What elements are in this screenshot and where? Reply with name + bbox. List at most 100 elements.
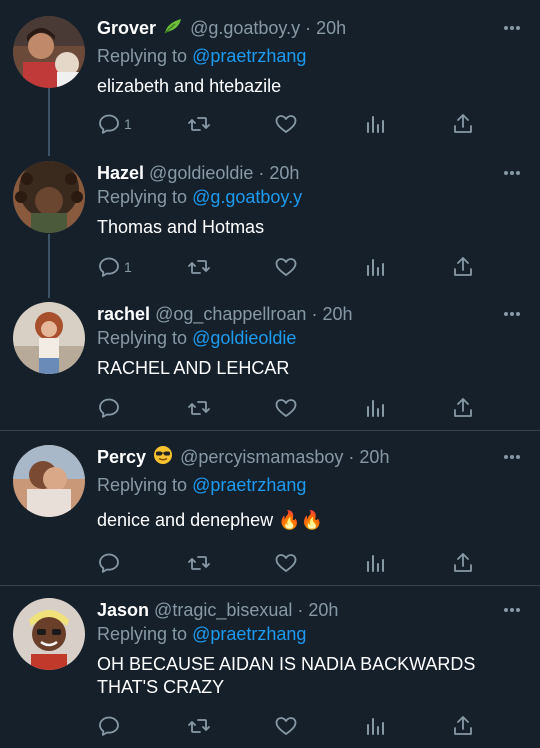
mention-link[interactable]: @praetrzhang [192, 46, 306, 66]
share-button[interactable] [451, 111, 475, 137]
timestamp[interactable]: · 20h [297, 600, 338, 620]
analytics-icon [367, 116, 384, 133]
analytics-icon [367, 555, 384, 572]
retweet-button[interactable] [187, 550, 211, 576]
display-name[interactable]: Percy [97, 447, 146, 467]
reply-icon [99, 114, 119, 134]
reply-count: 1 [124, 116, 132, 132]
tweet[interactable]: Grover @g.goatboy.y · 20h Replying to @p… [0, 16, 540, 146]
timestamp[interactable]: · 20h [258, 163, 299, 183]
share-icon [454, 398, 472, 417]
analytics-button[interactable] [363, 111, 387, 137]
tweet[interactable]: Jason @tragic_bisexual · 20h Replying to… [0, 598, 540, 746]
more-icon[interactable] [502, 600, 522, 620]
tweet-header: Hazel @goldieoldie · 20h [97, 161, 299, 185]
timestamp[interactable]: · 20h [305, 18, 346, 38]
reply-button[interactable] [97, 395, 121, 421]
retweet-button[interactable] [187, 395, 211, 421]
like-button[interactable] [274, 254, 298, 280]
share-button[interactable] [451, 395, 475, 421]
display-name[interactable]: Jason [97, 600, 149, 620]
more-icon[interactable] [502, 163, 522, 183]
share-icon [454, 553, 472, 572]
share-icon [454, 114, 472, 133]
action-bar [97, 550, 497, 576]
action-bar [97, 395, 497, 421]
display-name[interactable]: Grover [97, 18, 156, 38]
retweet-icon [188, 401, 210, 415]
share-button[interactable] [451, 550, 475, 576]
tweet-header: rachel @og_chappellroan · 20h [97, 302, 353, 326]
replying-to: Replying to @praetrzhang [97, 44, 306, 68]
avatar[interactable] [13, 445, 85, 517]
avatar[interactable] [13, 302, 85, 374]
retweet-button[interactable] [187, 254, 211, 280]
mention-link[interactable]: @praetrzhang [192, 624, 306, 644]
share-button[interactable] [451, 713, 475, 739]
share-icon [454, 257, 472, 276]
mention-link[interactable]: @goldieoldie [192, 328, 296, 348]
more-icon[interactable] [502, 18, 522, 38]
avatar[interactable] [13, 598, 85, 670]
reply-count: 1 [124, 259, 132, 275]
reply-button[interactable] [97, 713, 121, 739]
like-button[interactable] [274, 713, 298, 739]
retweet-icon [188, 117, 210, 131]
replying-prefix: Replying to [97, 475, 193, 495]
retweet-icon [188, 719, 210, 733]
tweet-text: OH BECAUSE AIDAN IS NADIA BACKWARDS THAT… [97, 654, 476, 697]
reply-button[interactable]: 1 [97, 254, 132, 280]
retweet-icon [188, 260, 210, 274]
tweet[interactable]: Percy @percyismamasboy · 20h Replying to… [0, 445, 540, 577]
display-name[interactable]: Hazel [97, 163, 144, 183]
more-icon[interactable] [502, 447, 522, 467]
replying-to: Replying to @praetrzhang [97, 622, 306, 646]
tweet[interactable]: Hazel @goldieoldie · 20h Replying to @g.… [0, 161, 540, 291]
analytics-icon [367, 718, 384, 735]
tweet-text: RACHEL AND LEHCAR [97, 358, 290, 378]
retweet-icon [188, 556, 210, 570]
action-bar [97, 713, 497, 739]
handle[interactable]: @og_chappellroan [155, 304, 306, 324]
timestamp[interactable]: · 20h [311, 304, 352, 324]
more-icon[interactable] [502, 304, 522, 324]
mention-link[interactable]: @praetrzhang [192, 475, 306, 495]
reply-button[interactable] [97, 550, 121, 576]
replying-to: Replying to @g.goatboy.y [97, 185, 302, 209]
sunglasses-face-icon [153, 445, 173, 471]
like-button[interactable] [274, 550, 298, 576]
share-button[interactable] [451, 254, 475, 280]
replying-prefix: Replying to [97, 46, 193, 66]
reply-button[interactable]: 1 [97, 111, 132, 137]
handle[interactable]: @percyismamasboy [180, 447, 343, 467]
tweet-header: Grover @g.goatboy.y · 20h [97, 16, 346, 41]
retweet-button[interactable] [187, 713, 211, 739]
handle[interactable]: @tragic_bisexual [154, 600, 292, 620]
replying-to: Replying to @praetrzhang [97, 473, 306, 497]
analytics-button[interactable] [363, 713, 387, 739]
replying-prefix: Replying to [97, 328, 193, 348]
like-button[interactable] [274, 111, 298, 137]
tweet-text: denice and denephew 🔥🔥 [97, 510, 323, 530]
timestamp[interactable]: · 20h [348, 447, 389, 467]
analytics-button[interactable] [363, 395, 387, 421]
display-name[interactable]: rachel [97, 304, 150, 324]
heart-icon [275, 554, 297, 572]
replying-to: Replying to @goldieoldie [97, 326, 296, 350]
analytics-button[interactable] [363, 550, 387, 576]
handle[interactable]: @g.goatboy.y [190, 18, 300, 38]
reply-icon [99, 553, 119, 573]
like-button[interactable] [274, 395, 298, 421]
analytics-button[interactable] [363, 254, 387, 280]
mention-link[interactable]: @g.goatboy.y [192, 187, 302, 207]
avatar[interactable] [13, 161, 85, 233]
share-icon [454, 716, 472, 735]
reply-icon [99, 398, 119, 418]
tweet-text: Thomas and Hotmas [97, 217, 265, 237]
tweet[interactable]: rachel @og_chappellroan · 20h Replying t… [0, 302, 540, 427]
avatar[interactable] [13, 16, 85, 88]
action-bar: 1 [97, 111, 497, 137]
handle[interactable]: @goldieoldie [149, 163, 253, 183]
retweet-button[interactable] [187, 111, 211, 137]
reply-icon [99, 257, 119, 277]
